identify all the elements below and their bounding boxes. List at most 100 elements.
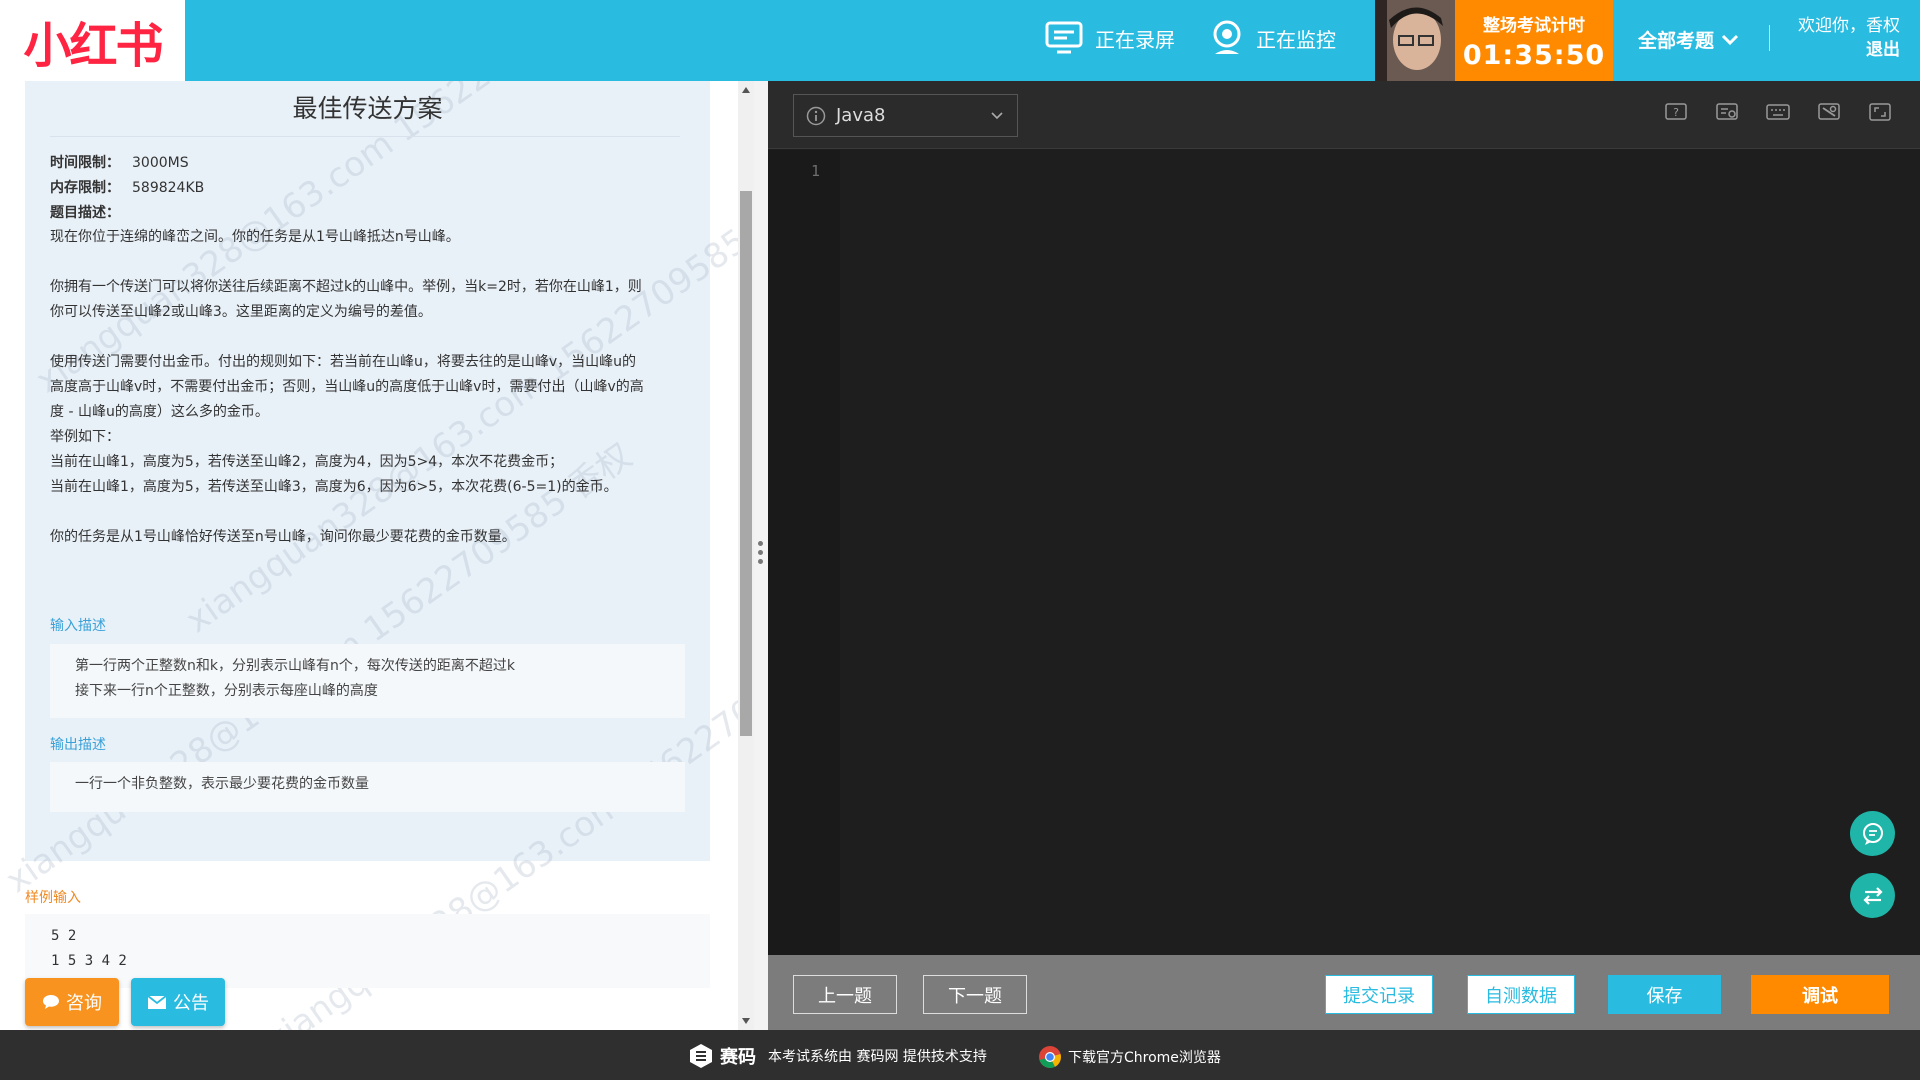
logout-link[interactable]: 退出 [1798,38,1900,62]
editor-toolbar: Java8 ? [768,81,1920,149]
description-line: 使用传送门需要付出金币。付出的规则如下：若当前在山峰u，将要去往的是山峰v，当山… [50,354,637,370]
notice-button[interactable]: 公告 [131,978,225,1026]
question-description: 现在你位于连绵的峰峦之间。你的任务是从1号山峰抵达n号山峰。 你拥有一个传送门可… [50,225,690,550]
output-description-box: 一行一个非负整数，表示最少要花费的金币数量 [50,762,685,812]
scroll-thumb[interactable] [740,191,752,736]
help-icon: ? [1664,103,1687,120]
code-editor[interactable]: 1 [768,150,1920,955]
all-questions-dropdown[interactable]: 全部考题 [1638,26,1740,53]
welcome-text: 欢迎你，香权 [1798,16,1900,36]
question-title: 最佳传送方案 [292,94,443,123]
time-limit-label: 时间限制： [50,155,120,171]
settings-icon [1817,103,1840,120]
reset-tool[interactable] [1701,103,1752,123]
memory-limit-value: 589824KB [132,180,205,196]
description-line: 你可以传送至山峰2或山峰3。这里距离的定义为编号的差值。 [50,304,432,320]
language-label: Java8 [836,105,886,126]
fullscreen-tool[interactable] [1854,103,1905,123]
reset-icon [1715,103,1738,120]
input-description-label: 输入描述 [50,618,106,634]
description-line: 你的任务是从1号山峰恰好传送至n号山峰，询问你最少要花费的金币数量。 [50,529,516,545]
switch-button[interactable] [1850,873,1895,918]
input-line: 接下来一行n个正整数，分别表示每座山峰的高度 [75,683,378,699]
fullscreen-icon [1868,103,1891,121]
all-questions-label: 全部考题 [1638,30,1715,52]
consult-label: 咨询 [66,993,102,1014]
time-limit: 时间限制： 3000MS [50,152,189,172]
question-panel: xiangquan328@163.com 15622709585 香权 xian… [0,81,758,1030]
chevron-down-icon [991,112,1003,120]
editor-tools: ? [1650,103,1905,123]
logo-text: 小红书 [23,17,163,74]
title-divider [50,136,680,137]
self-test-button[interactable]: 自测数据 [1467,975,1575,1014]
description-line [50,500,690,525]
chrome-download-text: 下载官方Chrome浏览器 [1068,1050,1221,1066]
debug-button[interactable]: 调试 [1751,975,1889,1014]
drag-dots-icon [758,541,764,571]
prev-question-button[interactable]: 上一题 [793,975,897,1014]
action-bar: 上一题 下一题 提交记录 自测数据 保存 调试 [768,955,1920,1030]
monitoring-indicator: 正在监控 [1210,18,1336,58]
input-line: 第一行两个正整数n和k，分别表示山峰有n个，每次传送的距离不超过k [75,658,515,674]
svg-text:?: ? [1673,106,1679,119]
monitoring-label: 正在监控 [1256,27,1336,52]
description-line: 高度高于山峰v时，不需要付出金币；否则，当山峰u的高度低于山峰v时，需要付出（山… [50,379,644,395]
description-label: 题目描述： [50,205,120,221]
consult-button[interactable]: 咨询 [25,978,119,1026]
top-header: 小红书 正在录屏 正在监控 整场考试计时 01:35:50 全部考题 欢迎你，香… [0,0,1920,81]
mail-icon [147,994,167,1009]
save-button[interactable]: 保存 [1608,975,1721,1014]
brand-logo: 小红书 [0,0,185,81]
chrome-download-link[interactable]: 下载官方Chrome浏览器 [1038,1045,1221,1069]
output-line: 一行一个非负整数，表示最少要花费的金币数量 [75,776,369,792]
recording-label: 正在录屏 [1095,27,1175,52]
description-line [50,250,690,275]
next-question-button[interactable]: 下一题 [923,975,1027,1014]
chat-icon [1862,822,1883,845]
description-line: 现在你位于连绵的峰峦之间。你的任务是从1号山峰抵达n号山峰。 [50,229,460,245]
settings-tool[interactable] [1803,103,1854,123]
saima-logo-icon [690,1044,712,1068]
sample-input-label: 样例输入 [25,890,81,906]
footer-support: 赛码 本考试系统由 赛码网 提供技术支持 [688,1043,987,1069]
swap-icon [1862,886,1883,905]
notice-label: 公告 [173,993,209,1014]
question-scrollbar[interactable] [738,81,754,1030]
time-limit-value: 3000MS [132,155,189,171]
description-line: 度 - 山峰u的高度）这么多的金币。 [50,404,269,420]
sample-input-box: 5 2 1 5 3 4 2 [25,914,710,988]
header-divider [1769,25,1770,51]
footer: 赛码 本考试系统由 赛码网 提供技术支持 下载官方Chrome浏览器 [0,1030,1920,1080]
description-heading: 题目描述： [50,202,132,222]
scroll-up-arrow[interactable] [742,87,750,93]
screen-record-icon [1045,21,1083,54]
description-line: 你拥有一个传送门可以将你送往后续距离不超过k的山峰中。举例，当k=2时，若你在山… [50,279,642,295]
chrome-icon [1039,1046,1061,1068]
memory-limit: 内存限制： 589824KB [50,177,204,197]
keyboard-tool[interactable] [1752,103,1803,123]
line-number: 1 [811,162,821,180]
chevron-down-icon [1721,34,1739,45]
panel-resize-handle[interactable] [754,81,768,1030]
description-line: 当前在山峰1，高度为5，若传送至山峰3，高度为6，因为6>5，本次花费(6-5=… [50,479,618,495]
user-welcome: 欢迎你，香权 退出 [1798,14,1900,62]
scroll-down-arrow[interactable] [742,1018,750,1024]
webcam-preview [1375,0,1455,81]
output-description-label: 输出描述 [50,737,106,753]
timer-value: 01:35:50 [1462,40,1606,71]
webcam-icon [1213,20,1241,54]
sample-input-line: 1 5 3 4 2 [51,953,127,969]
submissions-button[interactable]: 提交记录 [1325,975,1433,1014]
help-tool[interactable]: ? [1650,103,1701,123]
sample-input-line: 5 2 [51,928,77,944]
description-line [50,325,690,350]
language-select[interactable]: Java8 [793,94,1018,137]
recording-indicator: 正在录屏 [1045,18,1175,58]
comment-icon [43,995,59,1009]
line-gutter: 1 [768,150,840,955]
input-description-box: 第一行两个正整数n和k，分别表示山峰有n个，每次传送的距离不超过k 接下来一行n… [50,644,685,718]
timer-title: 整场考试计时 [1483,16,1585,36]
chat-button[interactable] [1850,811,1895,856]
keyboard-icon [1765,104,1790,120]
